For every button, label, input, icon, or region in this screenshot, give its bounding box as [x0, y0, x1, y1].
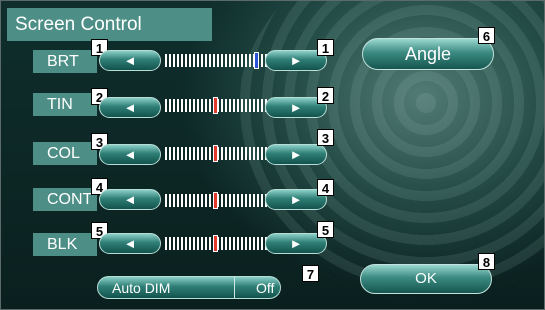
blk-slider-thumb[interactable] [213, 235, 218, 252]
page-title: Screen Control [7, 8, 212, 41]
blk-slider[interactable] [165, 235, 269, 252]
badge-3-right: 3 [317, 129, 334, 146]
row-label-cont: CONT [33, 188, 97, 211]
ok-button[interactable]: OK [360, 264, 492, 294]
col-increase-button[interactable]: ► [265, 144, 327, 165]
blk-decrease-button[interactable]: ◄ [99, 233, 161, 254]
badge-8: 8 [478, 253, 495, 270]
tin-slider[interactable] [165, 97, 269, 114]
cont-slider-thumb[interactable] [213, 192, 218, 209]
badge-5-right: 5 [317, 221, 334, 238]
tin-decrease-button[interactable]: ◄ [99, 97, 161, 118]
row-label-brt: BRT [33, 50, 97, 73]
row-label-col: COL [33, 142, 97, 165]
angle-button[interactable]: Angle [362, 38, 494, 70]
col-slider-thumb[interactable] [213, 145, 218, 162]
auto-dim-toggle[interactable]: Auto DIM Off [97, 276, 281, 299]
badge-2-right: 2 [317, 87, 334, 104]
row-label-blk: BLK [33, 233, 97, 256]
auto-dim-divider [234, 277, 235, 298]
col-decrease-button[interactable]: ◄ [99, 144, 161, 165]
badge-1-right: 1 [317, 39, 334, 56]
brt-slider[interactable] [165, 52, 269, 69]
badge-7: 7 [302, 265, 319, 282]
auto-dim-value: Off [256, 280, 275, 296]
tin-slider-thumb[interactable] [213, 97, 218, 114]
auto-dim-label: Auto DIM [112, 280, 171, 296]
brt-decrease-button[interactable]: ◄ [99, 50, 161, 71]
screen-control-panel: Screen Control BRT 1 ◄ ► 1 TIN 2 ◄ ► 2 C… [0, 0, 545, 310]
col-slider[interactable] [165, 145, 269, 162]
cont-slider[interactable] [165, 192, 269, 209]
badge-6: 6 [478, 27, 495, 44]
cont-decrease-button[interactable]: ◄ [99, 189, 161, 210]
brt-slider-thumb[interactable] [254, 52, 259, 69]
row-label-tin: TIN [33, 93, 97, 116]
badge-4-right: 4 [317, 179, 334, 196]
